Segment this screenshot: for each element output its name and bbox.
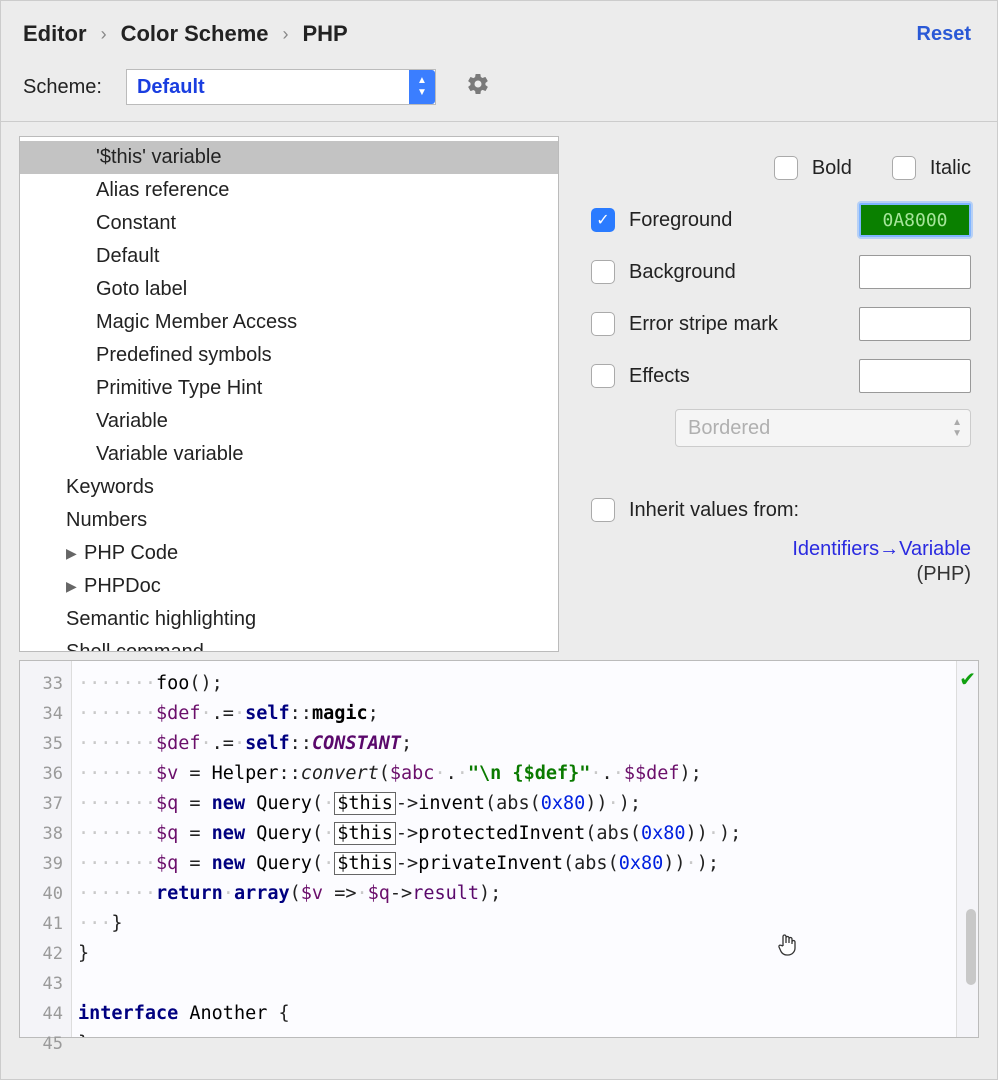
effects-color-swatch[interactable] <box>859 359 971 393</box>
check-icon: ✔ <box>959 667 976 692</box>
line-number: 42 <box>20 939 71 969</box>
background-checkbox[interactable] <box>591 260 615 284</box>
effects-label: Effects <box>629 365 690 388</box>
tree-item-shell-command[interactable]: Shell command <box>20 636 558 652</box>
scheme-label: Scheme: <box>23 76 102 99</box>
italic-checkbox[interactable] <box>892 156 916 180</box>
italic-label: Italic <box>930 157 971 180</box>
triangle-right-icon: ▶ <box>66 578 84 595</box>
tree-item-label: PHP Code <box>84 542 178 565</box>
pointer-cursor-icon <box>776 933 798 963</box>
tree-item-constant[interactable]: Constant <box>20 207 558 240</box>
tree-item-label: PHPDoc <box>84 575 161 598</box>
inherit-label: Inherit values from: <box>629 499 799 522</box>
tree-item-keywords[interactable]: Keywords <box>20 471 558 504</box>
line-number: 37 <box>20 789 71 819</box>
tree-item-semantic-highlighting[interactable]: Semantic highlighting <box>20 603 558 636</box>
line-number: 39 <box>20 849 71 879</box>
inherit-checkbox[interactable] <box>591 498 615 522</box>
line-number: 38 <box>20 819 71 849</box>
line-number: 33 <box>20 669 71 699</box>
foreground-checkbox[interactable]: ✓ <box>591 208 615 232</box>
tree-item-magic-member-access[interactable]: Magic Member Access <box>20 306 558 339</box>
italic-option[interactable]: Italic <box>892 156 971 180</box>
crumb-color-scheme[interactable]: Color Scheme <box>121 21 269 47</box>
triangle-right-icon: ▶ <box>66 545 84 562</box>
line-gutter: 33 34 35 36 37 38 39 40 41 42 43 44 45 <box>20 661 72 1037</box>
crumb-editor[interactable]: Editor <box>23 21 87 47</box>
error-stripe-label: Error stripe mark <box>629 313 778 336</box>
scheme-value: Default <box>137 76 205 99</box>
tree-item-predefined-symbols[interactable]: Predefined symbols <box>20 339 558 372</box>
line-number: 41 <box>20 909 71 939</box>
inherit-link[interactable]: Identifiers→Variable <box>591 538 971 561</box>
right-gutter: ✔ <box>956 661 978 1037</box>
line-number: 45 <box>20 1029 71 1059</box>
tree-item-variable-variable[interactable]: Variable variable <box>20 438 558 471</box>
inherit-sub: (PHP) <box>591 563 971 586</box>
tree-item-numbers[interactable]: Numbers <box>20 504 558 537</box>
code-preview[interactable]: 33 34 35 36 37 38 39 40 41 42 43 44 45 ·… <box>19 660 979 1038</box>
tree-item-primitive-type-hint[interactable]: Primitive Type Hint <box>20 372 558 405</box>
crumb-php[interactable]: PHP <box>303 21 348 47</box>
effects-type-value: Bordered <box>688 417 770 440</box>
options-panel: Bold Italic ✓ Foreground 0A8000 Backgrou… <box>583 136 979 652</box>
error-stripe-checkbox[interactable] <box>591 312 615 336</box>
tree-item-alias-reference[interactable]: Alias reference <box>20 174 558 207</box>
scheme-select[interactable]: Default ▲▼ <box>126 69 436 105</box>
code-area[interactable]: ·······foo(); ·······$def·.=·self::magic… <box>72 661 956 1037</box>
chevron-right-icon: › <box>283 24 289 45</box>
select-arrows-icon: ▲▼ <box>409 70 435 104</box>
background-label: Background <box>629 261 736 284</box>
chevron-right-icon: › <box>101 24 107 45</box>
inherit-link-part2: Variable <box>899 538 971 560</box>
attributes-tree[interactable]: '$this' variable Alias reference Constan… <box>19 136 559 652</box>
breadcrumb: Editor › Color Scheme › PHP <box>23 21 348 47</box>
scrollbar-thumb[interactable] <box>966 909 976 985</box>
bold-option[interactable]: Bold <box>774 156 852 180</box>
line-number: 44 <box>20 999 71 1029</box>
arrow-right-icon: → <box>879 538 899 560</box>
effects-type-select[interactable]: Bordered ▲▼ <box>675 409 971 447</box>
inherit-link-part1: Identifiers <box>792 538 879 560</box>
line-number: 34 <box>20 699 71 729</box>
tree-item-goto-label[interactable]: Goto label <box>20 273 558 306</box>
line-number: 36 <box>20 759 71 789</box>
bold-label: Bold <box>812 157 852 180</box>
effects-checkbox[interactable] <box>591 364 615 388</box>
background-color-swatch[interactable] <box>859 255 971 289</box>
select-arrows-icon: ▲▼ <box>952 417 962 439</box>
line-number: 43 <box>20 969 71 999</box>
tree-item-this-variable[interactable]: '$this' variable <box>20 141 558 174</box>
foreground-label: Foreground <box>629 209 732 232</box>
foreground-color-swatch[interactable]: 0A8000 <box>859 203 971 237</box>
bold-checkbox[interactable] <box>774 156 798 180</box>
line-number: 40 <box>20 879 71 909</box>
line-number: 35 <box>20 729 71 759</box>
gear-icon[interactable] <box>466 72 490 102</box>
tree-item-default[interactable]: Default <box>20 240 558 273</box>
error-stripe-color-swatch[interactable] <box>859 307 971 341</box>
tree-item-variable[interactable]: Variable <box>20 405 558 438</box>
reset-button[interactable]: Reset <box>917 23 975 46</box>
tree-item-php-code[interactable]: ▶PHP Code <box>20 537 558 570</box>
tree-item-phpdoc[interactable]: ▶PHPDoc <box>20 570 558 603</box>
